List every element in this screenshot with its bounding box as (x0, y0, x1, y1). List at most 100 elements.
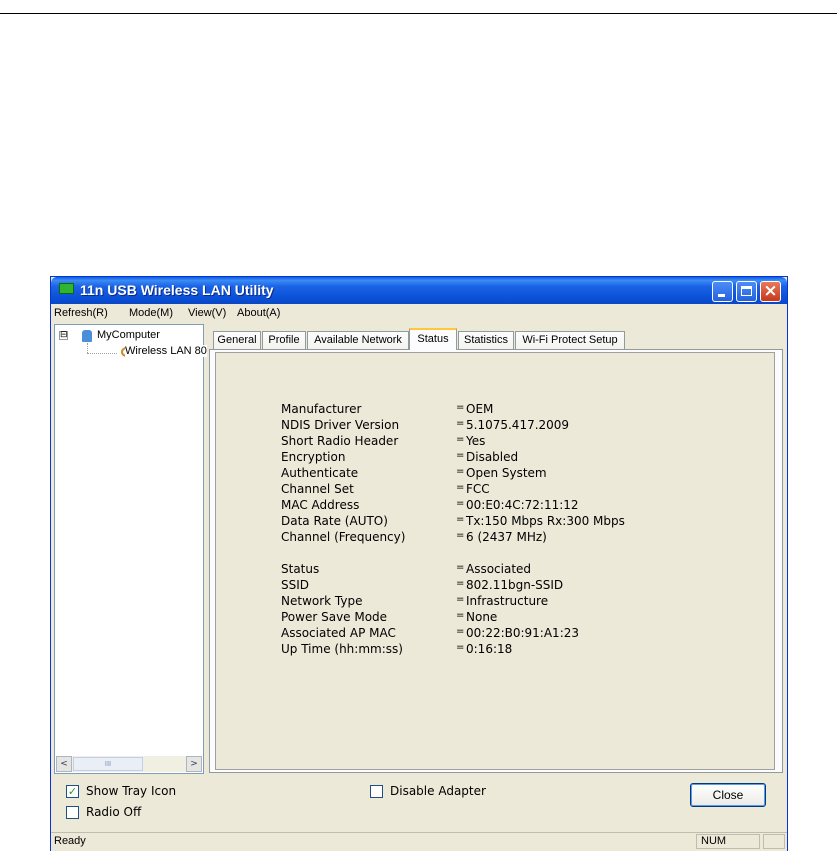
show-tray-icon-checkbox[interactable]: ✓ (66, 785, 79, 798)
radio-off-label: Radio Off (86, 805, 142, 819)
window-title: 11n USB Wireless LAN Utility (80, 282, 274, 298)
num-lock-indicator: NUM (696, 834, 760, 849)
status-row-value: 802.11bgn-SSID (466, 578, 564, 592)
tab-profile[interactable]: Profile (262, 331, 306, 349)
tree-item-wireless-lan[interactable]: Wireless LAN 80 (125, 345, 207, 357)
status-row-label: Encryption (281, 450, 346, 464)
status-row-value: 00:E0:4C:72:11:12 (466, 498, 579, 512)
scroll-left-button[interactable]: < (56, 756, 72, 772)
menu-view[interactable]: View(V) (188, 307, 226, 319)
status-row-value: None (466, 610, 498, 624)
status-row: NDIS Driver Version = 5.1075.417.2009 (216, 418, 776, 434)
status-row-value: 5.1075.417.2009 (466, 418, 570, 432)
disable-adapter-checkbox[interactable] (370, 785, 383, 798)
status-row: Authenticate = Open System (216, 466, 776, 482)
computer-icon (82, 330, 92, 342)
status-row: Channel (Frequency) = 6 (2437 MHz) (216, 530, 776, 546)
status-row-separator: = (456, 514, 465, 525)
status-row-separator: = (456, 642, 465, 653)
status-row: SSID = 802.11bgn-SSID (216, 578, 776, 594)
status-row-label: Channel Set (281, 482, 354, 496)
status-row-value: Disabled (466, 450, 519, 464)
window-close-button[interactable]: × (760, 281, 781, 302)
status-row: Up Time (hh:mm:ss) = 0:16:18 (216, 642, 776, 658)
status-row-separator: = (456, 578, 465, 589)
status-row: Status = Associated (216, 562, 776, 578)
status-row-separator: = (456, 594, 465, 605)
status-row-value: 6 (2437 MHz) (466, 530, 547, 544)
status-row-value: Associated (466, 562, 532, 576)
status-row-separator: = (456, 498, 465, 509)
maximize-button[interactable] (736, 281, 757, 302)
tab-available-network[interactable]: Available Network (307, 331, 409, 349)
collapse-toggle[interactable]: ⊟ (59, 331, 68, 340)
status-row-separator: = (456, 530, 465, 541)
status-text: Ready (54, 835, 86, 847)
status-row-value: Infrastructure (466, 594, 549, 608)
status-row-label: Authenticate (281, 466, 359, 480)
tree-connector (87, 343, 88, 353)
radio-off-checkbox[interactable] (66, 806, 79, 819)
status-info-area: Manufacturer = OEM NDIS Driver Version = 5.10… (215, 352, 775, 770)
size-grip[interactable] (763, 834, 785, 849)
tree-item-mycomputer[interactable]: MyComputer (97, 329, 160, 341)
minimize-icon (718, 294, 725, 297)
status-row-label: Manufacturer (281, 402, 362, 416)
status-row-label: Data Rate (AUTO) (281, 514, 388, 528)
scroll-right-button[interactable]: > (186, 756, 202, 772)
maximize-icon (741, 286, 752, 296)
tab-general[interactable]: General (213, 331, 261, 349)
status-row-separator: = (456, 610, 465, 621)
status-row-value: Tx:150 Mbps Rx:300 Mbps (466, 514, 625, 528)
status-bar: Ready NUM (51, 832, 787, 851)
status-row-value: 0:16:18 (466, 642, 513, 656)
menu-refresh[interactable]: Refresh(R) (54, 307, 108, 319)
minimize-button[interactable] (712, 281, 733, 302)
status-row: Manufacturer = OEM (216, 402, 776, 418)
menu-bar: Refresh(R) Mode(M) View(V) About(A) (53, 305, 785, 323)
status-row-label: Network Type (281, 594, 363, 608)
status-row-separator: = (456, 402, 465, 413)
tab-statistics[interactable]: Statistics (458, 331, 514, 349)
tab-status[interactable]: Status (409, 328, 457, 350)
status-row-label: Short Radio Header (281, 434, 399, 448)
menu-about[interactable]: About(A) (237, 307, 280, 319)
show-tray-icon-label: Show Tray Icon (86, 784, 177, 798)
disable-adapter-label: Disable Adapter (390, 784, 486, 798)
close-button[interactable]: Close (690, 783, 766, 807)
tab-area: General Profile Available Network Status… (209, 324, 786, 775)
status-row: Encryption = Disabled (216, 450, 776, 466)
status-row-separator: = (456, 626, 465, 637)
status-row-separator: = (456, 562, 465, 573)
status-row-value: Open System (466, 466, 547, 480)
tab-wifi-protect-setup[interactable]: Wi-Fi Protect Setup (515, 331, 625, 349)
status-row-separator: = (456, 466, 465, 477)
app-icon (59, 283, 74, 294)
status-row: Channel Set = FCC (216, 482, 776, 498)
page-top-rule (0, 13, 837, 14)
status-row-value: FCC (466, 482, 490, 496)
title-bar[interactable]: 11n USB Wireless LAN Utility × (51, 277, 787, 304)
status-row-label: Associated AP MAC (281, 626, 396, 640)
status-row: Power Save Mode = None (216, 610, 776, 626)
status-row-label: SSID (281, 578, 310, 592)
status-row: Data Rate (AUTO) = Tx:150 Mbps Rx:300 Mbps (216, 514, 776, 530)
status-row-value: 00:22:B0:91:A1:23 (466, 626, 580, 640)
status-row-label: Up Time (hh:mm:ss) (281, 642, 403, 656)
status-row-separator: = (456, 418, 465, 429)
status-row: Short Radio Header = Yes (216, 434, 776, 450)
status-row-label: NDIS Driver Version (281, 418, 400, 432)
status-row: MAC Address = 00:E0:4C:72:11:12 (216, 498, 776, 514)
status-row: Associated AP MAC = 00:22:B0:91:A1:23 (216, 626, 776, 642)
status-row-separator: = (456, 434, 465, 445)
menu-mode[interactable]: Mode(M) (129, 307, 173, 319)
status-row-label: Status (281, 562, 320, 576)
status-row-label: Channel (Frequency) (281, 530, 406, 544)
tree-horizontal-scrollbar[interactable]: < III > (56, 756, 202, 772)
status-panel: Manufacturer = OEM NDIS Driver Version = 5.10… (209, 349, 783, 773)
tree-connector-horizontal (87, 353, 117, 354)
close-icon: × (763, 281, 778, 301)
scroll-thumb[interactable]: III (73, 757, 143, 771)
status-row-value: OEM (466, 402, 494, 416)
device-tree: ⊟ MyComputer Wireless LAN 80 < III > (54, 324, 207, 774)
